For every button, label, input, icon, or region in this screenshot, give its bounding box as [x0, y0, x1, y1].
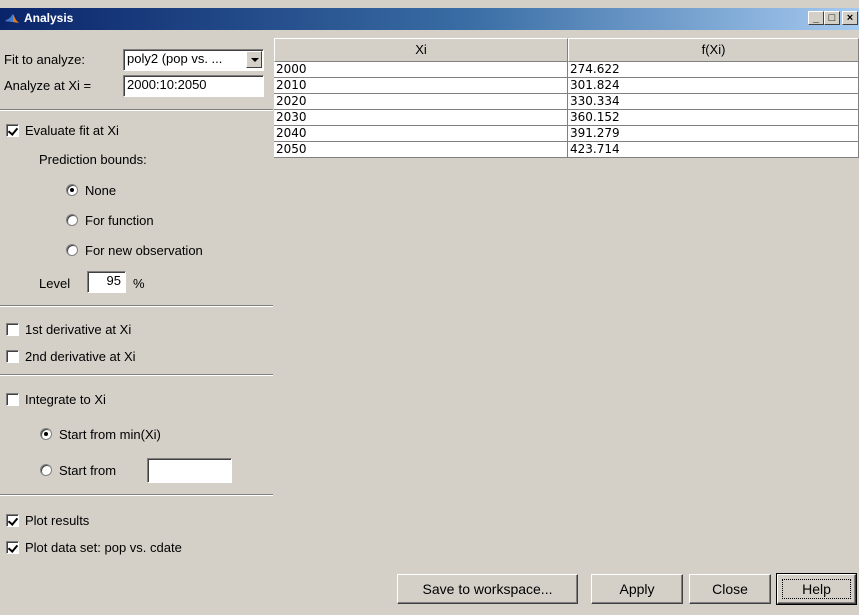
table-row[interactable]: 2000 274.622 [274, 62, 859, 78]
plot-results-checkbox[interactable] [6, 514, 19, 527]
analyze-label: Analyze at Xi = [4, 78, 92, 93]
table-row[interactable]: 2020 330.334 [274, 94, 859, 110]
table-row[interactable]: 2030 360.152 [274, 110, 859, 126]
table-body: 2000 274.622 2010 301.824 2020 330.334 2… [274, 62, 859, 158]
integrate-label: Integrate to Xi [25, 392, 106, 407]
bounds-observation-label: For new observation [85, 243, 203, 258]
table-row[interactable]: 2040 391.279 [274, 126, 859, 142]
table-cell-fxi[interactable]: 301.824 [568, 78, 859, 94]
derivative2-label: 2nd derivative at Xi [25, 349, 136, 364]
focus-rect [782, 579, 851, 599]
minimize-button[interactable]: _ [808, 11, 824, 25]
table-cell-xi[interactable]: 2030 [274, 110, 568, 126]
close-window-button[interactable]: × [842, 11, 858, 25]
bounds-none-radio[interactable] [66, 184, 78, 196]
derivative1-label: 1st derivative at Xi [25, 322, 132, 337]
start-from-label: Start from [59, 463, 117, 478]
table-row[interactable]: 2050 423.714 [274, 142, 859, 158]
separator [0, 374, 273, 376]
plot-results-label: Plot results [25, 513, 90, 528]
derivative2-checkbox[interactable] [6, 350, 19, 363]
fit-select[interactable]: poly2 (pop vs. ... [123, 49, 264, 71]
maximize-button[interactable]: □ [824, 11, 840, 25]
table-cell-xi[interactable]: 2010 [274, 78, 568, 94]
start-min-radio[interactable] [40, 428, 52, 440]
bounds-none-label: None [85, 183, 117, 198]
start-from-radio[interactable] [40, 464, 52, 476]
fit-select-value: poly2 (pop vs. ... [127, 51, 223, 66]
title-bar[interactable]: Analysis _ □ × [0, 8, 859, 30]
table-cell-xi[interactable]: 2020 [274, 94, 568, 110]
analyze-input[interactable]: 2000:10:2050 [123, 75, 264, 97]
table-cell-fxi[interactable]: 360.152 [568, 110, 859, 126]
table-cell-fxi[interactable]: 391.279 [568, 126, 859, 142]
help-button[interactable]: Help [776, 573, 857, 605]
analysis-window: Analysis _ □ × Fit to analyze: poly2 (po… [0, 0, 859, 615]
plot-data-checkbox[interactable] [6, 541, 19, 554]
apply-button[interactable]: Apply [591, 574, 683, 604]
matlab-logo-icon [5, 14, 19, 23]
table-cell-fxi[interactable]: 423.714 [568, 142, 859, 158]
table-cell-xi[interactable]: 2050 [274, 142, 568, 158]
table-cell-fxi[interactable]: 330.334 [568, 94, 859, 110]
bounds-function-radio[interactable] [66, 214, 78, 226]
table-row[interactable]: 2010 301.824 [274, 78, 859, 94]
level-input[interactable]: 95 [87, 271, 126, 293]
evaluate-checkbox[interactable] [6, 124, 19, 137]
level-label: Level [39, 276, 71, 291]
save-to-workspace-button[interactable]: Save to workspace... [397, 574, 578, 604]
evaluate-label: Evaluate fit at Xi [25, 123, 119, 138]
options-panel: Fit to analyze: poly2 (pop vs. ... Analy… [0, 38, 273, 564]
separator [0, 494, 273, 496]
separator [0, 305, 273, 307]
table-cell-xi[interactable]: 2040 [274, 126, 568, 142]
level-unit: % [133, 276, 145, 291]
plot-data-label: Plot data set: pop vs. cdate [25, 540, 182, 555]
integrate-checkbox[interactable] [6, 393, 19, 406]
separator [0, 109, 273, 111]
table-cell-fxi[interactable]: 274.622 [568, 62, 859, 78]
start-from-input[interactable] [147, 458, 232, 483]
chevron-down-icon[interactable] [246, 51, 262, 68]
table-header: Xi f(Xi) [274, 38, 859, 62]
fit-label: Fit to analyze: [4, 52, 85, 67]
prediction-bounds-label: Prediction bounds: [39, 152, 147, 167]
bounds-observation-radio[interactable] [66, 244, 78, 256]
results-table[interactable]: Xi f(Xi) 2000 274.622 2010 301.824 2020 … [274, 38, 859, 564]
window-title: Analysis [24, 11, 74, 25]
bounds-function-label: For function [85, 213, 154, 228]
start-min-label: Start from min(Xi) [59, 427, 161, 442]
column-header-fxi[interactable]: f(Xi) [568, 38, 859, 62]
table-cell-xi[interactable]: 2000 [274, 62, 568, 78]
derivative1-checkbox[interactable] [6, 323, 19, 336]
close-button[interactable]: Close [689, 574, 771, 604]
column-header-xi[interactable]: Xi [274, 38, 568, 62]
